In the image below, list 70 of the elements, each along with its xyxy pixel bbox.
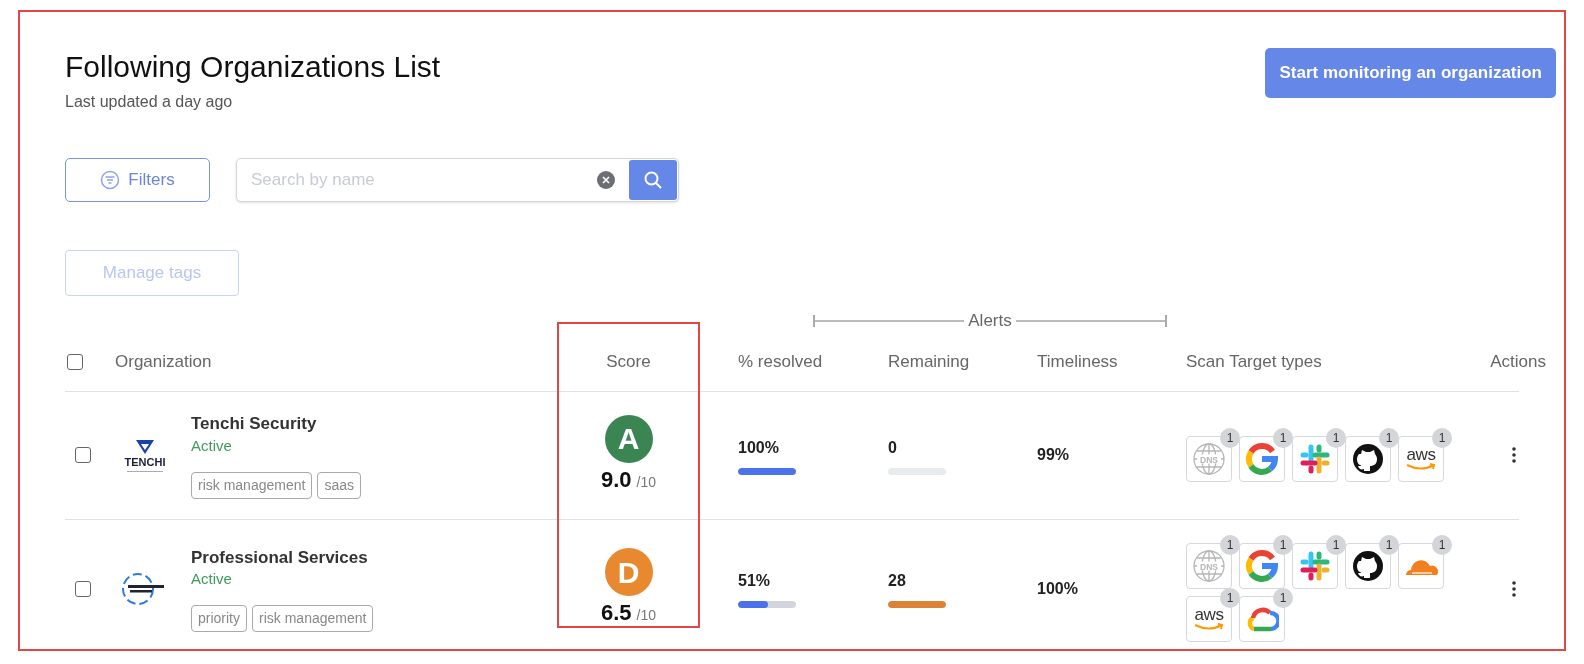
more-options-icon[interactable] xyxy=(1512,580,1516,597)
score-value: 9.0 xyxy=(600,465,632,494)
more-options-icon[interactable] xyxy=(1512,447,1516,463)
search-button[interactable] xyxy=(629,159,677,200)
count-badge: 1 xyxy=(1379,534,1399,555)
organization-name[interactable]: Tenchi Security xyxy=(191,411,361,437)
grade-badge: A xyxy=(604,414,653,463)
cat-silhouette-icon xyxy=(1351,548,1385,583)
scan-target-tile[interactable] xyxy=(1292,542,1338,589)
column-header: % resolved xyxy=(738,352,823,372)
count-badge: 1 xyxy=(1273,534,1293,555)
checkbox[interactable] xyxy=(75,447,91,463)
column-header: Actions xyxy=(1490,352,1546,372)
column-header: Organization xyxy=(115,352,212,372)
count-badge: 1 xyxy=(1220,427,1240,448)
scan-target-tile[interactable] xyxy=(1345,542,1391,589)
organization-name[interactable]: Professional Services xyxy=(191,544,374,571)
count-badge: 1 xyxy=(1379,427,1399,448)
tag: priority xyxy=(191,605,247,633)
tenchi-logo: TENCHI xyxy=(115,438,175,472)
hash-grid-icon xyxy=(1299,442,1331,475)
status-text: Active xyxy=(191,436,233,456)
hash-grid-icon xyxy=(1299,549,1331,582)
remaining-count: 0 xyxy=(888,437,898,458)
cat-silhouette-icon xyxy=(1351,441,1385,476)
scan-target-tile[interactable] xyxy=(1239,542,1285,589)
grade-badge: D xyxy=(604,548,653,596)
tag: risk management xyxy=(191,471,313,499)
column-header: Remaining xyxy=(888,352,970,372)
tag: risk management xyxy=(252,605,374,633)
dns-label: DNS xyxy=(1200,561,1218,571)
checkbox[interactable] xyxy=(67,354,83,370)
scan-target-tile[interactable] xyxy=(1239,435,1285,482)
timeliness-value: 99% xyxy=(1037,446,1070,463)
scan-target-tile[interactable] xyxy=(1398,542,1444,589)
score-max: /10 xyxy=(636,472,657,492)
g-icon xyxy=(1245,441,1279,476)
scan-target-tile[interactable] xyxy=(1345,435,1391,482)
count-badge: 1 xyxy=(1326,534,1346,555)
last-updated-text: Last updated a day ago xyxy=(65,91,234,112)
page-title: Following Organizations List xyxy=(65,49,441,85)
search-icon xyxy=(643,169,663,190)
resolved-percent: 100% xyxy=(738,437,780,458)
count-badge: 1 xyxy=(1220,534,1240,555)
clear-icon[interactable] xyxy=(597,170,615,189)
filter-icon xyxy=(100,169,121,190)
tag: saas xyxy=(317,471,361,499)
count-badge: 1 xyxy=(1220,587,1240,608)
column-header: Scan Target types xyxy=(1186,352,1322,372)
resolved-percent: 51% xyxy=(738,571,772,591)
remaining-count: 28 xyxy=(888,571,907,591)
g-icon xyxy=(1245,548,1279,583)
score-max: /10 xyxy=(636,606,657,625)
score-value: 6.5 xyxy=(600,599,632,627)
start-monitoring-button[interactable]: Start monitoring an organization xyxy=(1265,48,1556,98)
scan-target-tile[interactable] xyxy=(1292,435,1338,482)
count-badge: 1 xyxy=(1432,534,1452,555)
filters-button[interactable]: Filters xyxy=(65,157,210,202)
scan-target-tile[interactable] xyxy=(1239,595,1285,642)
dns-label: DNS xyxy=(1200,454,1218,464)
timeliness-value: 100% xyxy=(1037,579,1078,597)
count-badge: 1 xyxy=(1273,587,1293,608)
count-badge: 1 xyxy=(1432,427,1452,448)
alerts-group-header: Alerts xyxy=(813,307,1167,334)
count-badge: 1 xyxy=(1273,427,1293,448)
count-badge: 1 xyxy=(1326,427,1346,448)
status-text: Active xyxy=(191,570,233,590)
column-header: Timeliness xyxy=(1037,352,1118,372)
checkbox[interactable] xyxy=(75,580,91,597)
column-header: Score xyxy=(606,352,651,372)
